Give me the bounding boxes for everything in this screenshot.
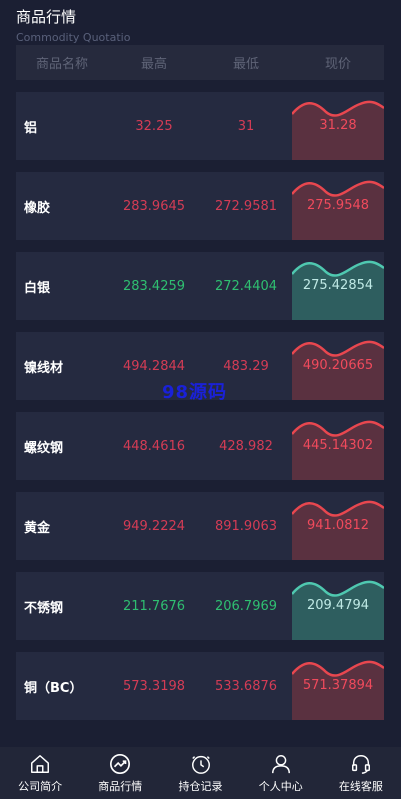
- tab-profile[interactable]: 个人中心: [241, 747, 321, 799]
- current-price: 571.37894: [302, 678, 374, 693]
- commodity-name: 不锈钢: [24, 600, 64, 616]
- home-icon: [31, 755, 50, 773]
- high-price: 283.9645: [122, 198, 186, 214]
- commodity-name: 镍线材: [24, 360, 64, 376]
- tab-company[interactable]: 公司简介: [0, 747, 80, 799]
- low-price: 206.7969: [214, 598, 278, 614]
- low-price: 272.4404: [214, 278, 278, 294]
- commodity-name: 白银: [24, 280, 51, 296]
- current-price: 445.14302: [302, 438, 374, 453]
- high-price: 32.25: [135, 118, 173, 134]
- quote-row[interactable]: 白银 283.4259 272.4404 275.42854: [16, 252, 384, 320]
- tab-label: 个人中心: [258, 780, 303, 793]
- high-price: 949.2224: [122, 518, 186, 534]
- user-icon: [271, 755, 290, 774]
- tab-label: 公司简介: [18, 780, 63, 793]
- current-price: 209.4794: [306, 598, 370, 613]
- current-price-cell: 209.4794: [292, 572, 384, 640]
- low-price: 31: [237, 118, 255, 134]
- current-price-cell: 941.0812: [292, 492, 384, 560]
- quote-row[interactable]: 不锈钢 211.7676 206.7969 209.4794: [16, 572, 384, 640]
- commodity-name: 铜（BC）: [24, 680, 83, 696]
- quote-row[interactable]: 黄金 949.2224 891.9063 941.0812: [16, 492, 384, 560]
- commodity-name: 橡胶: [24, 200, 51, 216]
- headset-icon: [351, 755, 370, 774]
- tab-label: 持仓记录: [178, 780, 223, 793]
- high-price: 494.2844: [122, 358, 186, 374]
- current-price: 31.28: [319, 118, 357, 133]
- tab-label: 商品行情: [98, 780, 143, 793]
- current-price-cell: 490.20665: [292, 332, 384, 400]
- current-price-cell: 445.14302: [292, 412, 384, 480]
- low-price: 891.9063: [214, 518, 278, 534]
- quote-list: 铝 32.25 31 31.28 橡胶 283.9645 272.9581 275.9548 白…: [16, 92, 384, 732]
- column-high: 最高: [140, 57, 167, 72]
- commodity-name: 铝: [24, 120, 38, 136]
- low-price: 428.982: [219, 438, 273, 454]
- quote-row[interactable]: 铝 32.25 31 31.28: [16, 92, 384, 160]
- bottom-tab-bar: 公司简介 商品行情 持仓记录 个人中心 在线客服: [0, 747, 401, 799]
- column-low: 最低: [232, 57, 259, 72]
- tab-positions[interactable]: 持仓记录: [160, 747, 240, 799]
- tab-market[interactable]: 商品行情: [80, 747, 160, 799]
- clock-icon: [191, 755, 210, 774]
- current-price-cell: 275.9548: [292, 172, 384, 240]
- commodity-name: 螺纹钢: [24, 440, 64, 456]
- high-price: 448.4616: [122, 438, 186, 454]
- page-subtitle: Commodity Quotatio: [16, 31, 131, 44]
- current-price-cell: 275.42854: [292, 252, 384, 320]
- watermark: 98源码: [162, 382, 228, 403]
- quote-row[interactable]: 铜（BC） 573.3198 533.6876 571.37894: [16, 652, 384, 720]
- quote-row[interactable]: 螺纹钢 448.4616 428.982 445.14302: [16, 412, 384, 480]
- high-price: 573.3198: [122, 678, 186, 694]
- current-price-cell: 31.28: [292, 92, 384, 160]
- low-price: 272.9581: [214, 198, 278, 214]
- column-name: 商品名称: [35, 57, 88, 72]
- high-price: 211.7676: [122, 598, 186, 614]
- low-price: 483.29: [223, 358, 269, 374]
- commodity-name: 黄金: [24, 520, 51, 536]
- page-title: 商品行情: [16, 8, 77, 26]
- high-price: 283.4259: [122, 278, 186, 294]
- current-price: 490.20665: [302, 358, 374, 373]
- quote-row[interactable]: 橡胶 283.9645 272.9581 275.9548: [16, 172, 384, 240]
- page-header: 商品行情 Commodity Quotatio: [0, 0, 401, 45]
- current-price: 275.9548: [306, 198, 370, 213]
- column-now: 现价: [324, 57, 351, 72]
- trend-icon: [110, 754, 131, 774]
- tab-label: 在线客服: [338, 780, 383, 793]
- table-header: 商品名称 最高 最低 现价: [16, 45, 384, 80]
- current-price: 275.42854: [302, 278, 374, 293]
- low-price: 533.6876: [214, 678, 278, 694]
- tab-service[interactable]: 在线客服: [321, 747, 401, 799]
- current-price-cell: 571.37894: [292, 652, 384, 720]
- current-price: 941.0812: [306, 518, 370, 533]
